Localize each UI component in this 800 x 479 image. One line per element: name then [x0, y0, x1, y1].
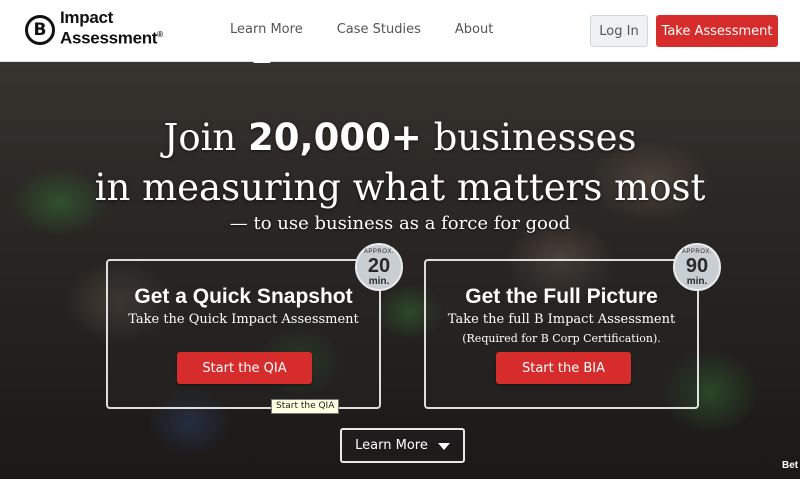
nav-learn-more[interactable]: Learn More	[230, 22, 303, 37]
b-corp-logo-icon: B	[25, 14, 55, 45]
nav-about[interactable]: About	[455, 22, 493, 37]
learn-more-button[interactable]: Learn More	[340, 428, 465, 463]
hero-tagline: — to use business as a force for good	[229, 213, 571, 234]
qia-badge-unit: min.	[368, 276, 390, 287]
logo-line-2-text: Assessment	[60, 28, 158, 48]
nav-active-caret	[253, 55, 271, 63]
login-button[interactable]: Log In	[590, 15, 648, 47]
top-navigation: B Impact Assessment® Learn More Case Stu…	[0, 0, 800, 62]
learn-more-label: Learn More	[355, 438, 428, 453]
logo-line-1: Impact	[60, 8, 113, 27]
start-qia-tooltip: Start the QIA	[271, 399, 340, 414]
headline-line-2: in measuring what matters most	[94, 166, 706, 209]
hero: Join 20,000+ businesses in measuring wha…	[0, 62, 800, 479]
take-assessment-button[interactable]: Take Assessment	[656, 15, 778, 47]
qia-badge-minutes: 20	[367, 255, 391, 277]
headline-count: 20,000+	[248, 116, 422, 159]
start-qia-button[interactable]: Start the QIA	[177, 352, 312, 384]
bia-card-subtitle: Take the full B Impact Assessment	[447, 312, 676, 327]
qia-card: Get a Quick Snapshot Take the Quick Impa…	[106, 259, 381, 409]
bia-card-title: Get the Full Picture	[465, 285, 658, 308]
registered-mark: ®	[157, 30, 163, 39]
bia-card-note: (Required for B Corp Certification).	[462, 332, 661, 345]
site-logo[interactable]: B Impact Assessment®	[25, 9, 163, 47]
qia-time-badge: APPROX. 20 min.	[355, 243, 403, 291]
headline-line-1: Join 20,000+ businesses	[0, 116, 800, 160]
bia-card: Get the Full Picture Take the full B Imp…	[424, 259, 699, 409]
nav-case-studies[interactable]: Case Studies	[337, 22, 421, 37]
chevron-down-icon	[437, 443, 450, 450]
headline-pre: Join	[163, 116, 237, 159]
corner-overflow-text: Bet	[782, 460, 799, 471]
logo-line-2: Assessment®	[60, 26, 163, 47]
bia-badge-unit: min.	[686, 276, 708, 287]
bia-badge-minutes: 90	[685, 255, 709, 277]
main-nav: Learn More Case Studies About	[230, 22, 527, 37]
bia-time-badge: APPROX. 90 min.	[673, 243, 721, 291]
qia-card-title: Get a Quick Snapshot	[134, 285, 353, 308]
logo-wordmark: Impact Assessment®	[60, 9, 163, 47]
headline-post: businesses	[433, 116, 637, 159]
start-bia-button[interactable]: Start the BIA	[496, 352, 631, 384]
qia-card-subtitle: Take the Quick Impact Assessment	[128, 312, 359, 327]
